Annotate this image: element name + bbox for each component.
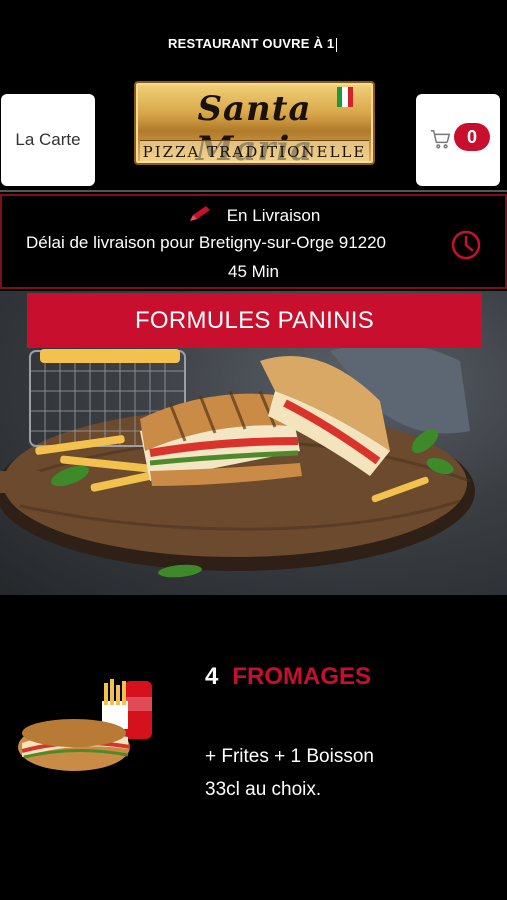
product-image	[18, 679, 152, 771]
delivery-mode[interactable]: En Livraison	[2, 204, 505, 226]
delivery-info-panel[interactable]: En Livraison Délai de livraison pour Bre…	[0, 194, 507, 289]
delivery-time: 45 Min	[227, 262, 280, 281]
category-title-banner[interactable]: FORMULES PANINIS	[27, 293, 482, 348]
la-carte-button[interactable]: La Carte	[1, 94, 95, 186]
cart-button[interactable]: 0	[416, 94, 500, 186]
product-name: FROMAGES	[232, 663, 372, 690]
product-card[interactable]: 4 FROMAGES + Frites + 1 Boisson 33cl au c…	[0, 595, 507, 900]
product-number: 4	[205, 663, 219, 690]
cart-count-badge: 0	[454, 123, 490, 151]
restaurant-logo[interactable]: Santa Maria PIZZA TRADITIONELLE	[134, 81, 375, 165]
category-title: FORMULES PANINIS	[134, 306, 375, 334]
header-divider	[0, 190, 507, 192]
product-description: + Frites + 1 Boisson 33cl au choix.	[205, 746, 374, 800]
header: La Carte Santa Maria PIZZA TRADITIONELLE…	[0, 80, 507, 192]
opening-hours-text: RESTAURANT OUVRE À 1	[168, 36, 338, 52]
delivery-mode-label: En Livraison	[226, 206, 321, 225]
product-title[interactable]: 4 FROMAGES	[205, 663, 371, 691]
clock-icon	[451, 230, 481, 260]
cart-icon	[430, 130, 451, 149]
italy-flag-icon	[337, 87, 353, 107]
delivery-delay-text: Délai de livraison pour Bretigny-sur-Org…	[26, 233, 387, 252]
opening-banner: RESTAURANT OUVRE À 1	[0, 0, 507, 80]
la-carte-label: La Carte	[15, 130, 81, 149]
logo-subtitle: PIZZA TRADITIONELLE	[140, 140, 369, 162]
pencil-icon	[189, 206, 210, 221]
